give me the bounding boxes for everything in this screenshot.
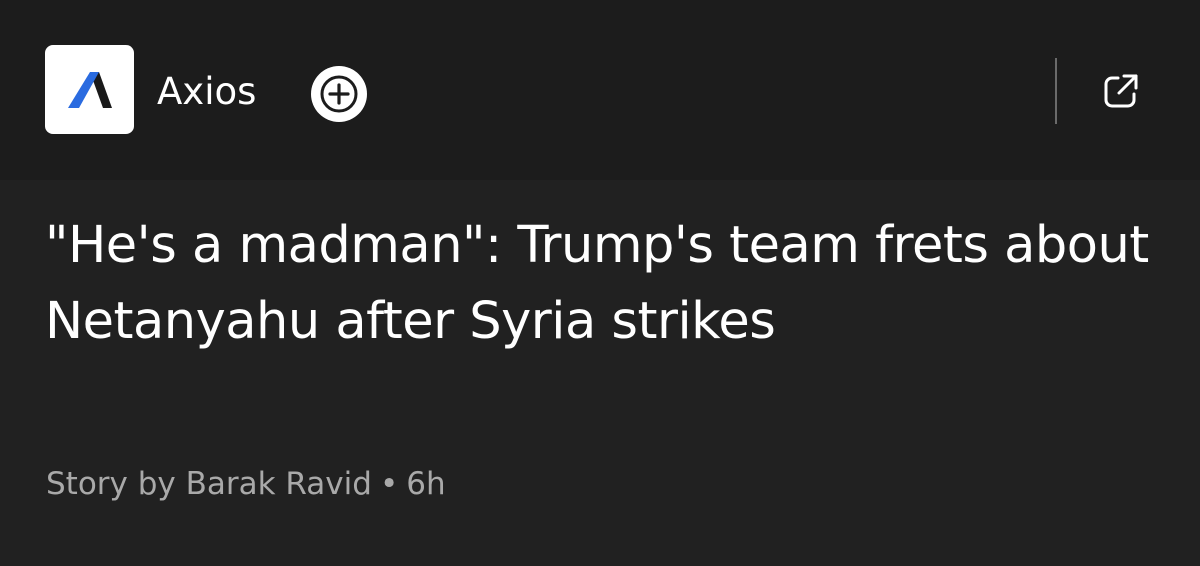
card-header: Axios: [0, 0, 1200, 180]
publisher-logo[interactable]: [45, 45, 134, 134]
byline-separator: •: [379, 466, 399, 502]
byline-author: Story by Barak Ravid: [46, 466, 372, 502]
news-card: Axios "He's a madman": Trump's team fret…: [0, 0, 1200, 566]
open-in-browser-button[interactable]: [1098, 68, 1144, 114]
article-headline[interactable]: "He's a madman": Trump's team frets abou…: [45, 208, 1155, 360]
byline-time: 6h: [406, 466, 446, 502]
plus-icon: [320, 75, 358, 113]
header-divider: [1055, 58, 1057, 124]
follow-publisher-button[interactable]: [311, 66, 367, 122]
axios-logo-icon: [67, 71, 112, 108]
article-byline: Story by Barak Ravid • 6h: [46, 462, 446, 506]
publisher-name[interactable]: Axios: [157, 70, 256, 114]
external-link-icon: [1104, 74, 1138, 108]
